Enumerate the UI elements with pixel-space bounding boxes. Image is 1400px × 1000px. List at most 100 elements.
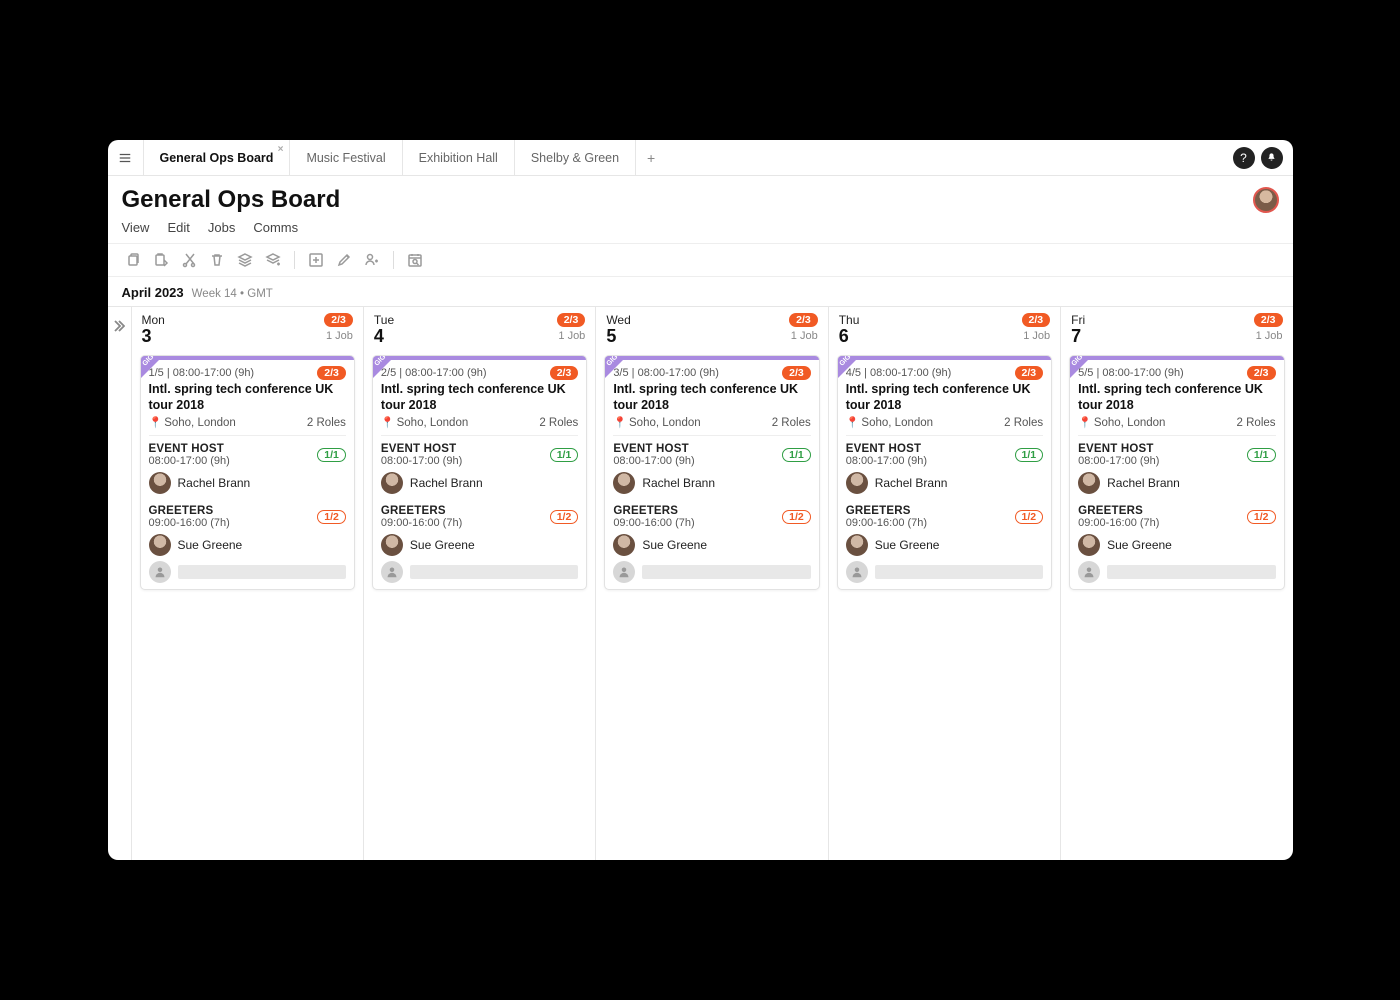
job-fill-badge: 2/3 (782, 366, 811, 380)
role-section: GREETERS09:00-16:00 (7h)1/2Sue Greene (838, 500, 1051, 589)
job-location: 📍Soho, London (381, 416, 468, 429)
menu-view[interactable]: View (122, 220, 150, 235)
empty-slot[interactable] (613, 561, 810, 583)
job-title: Intl. spring tech conference UK tour 201… (1078, 382, 1275, 413)
empty-avatar-icon (613, 561, 635, 583)
role-fill-pill: 1/1 (782, 448, 811, 462)
assign-icon[interactable] (361, 249, 383, 271)
day-number: 3 (142, 327, 165, 345)
tab-exhibition-hall[interactable]: Exhibition Hall (403, 140, 515, 175)
role-section: EVENT HOST08:00-17:00 (9h)1/1Rachel Bran… (373, 438, 586, 500)
person-name: Sue Greene (1107, 538, 1172, 552)
menu-edit[interactable]: Edit (167, 220, 189, 235)
day-name: Tue (374, 313, 394, 327)
menu-jobs[interactable]: Jobs (208, 220, 235, 235)
menu-comms[interactable]: Comms (253, 220, 298, 235)
role-name: GREETERS (1078, 505, 1159, 517)
layers-icon[interactable] (234, 249, 256, 271)
pin-icon: 📍 (1078, 417, 1092, 429)
role-name: EVENT HOST (1078, 443, 1159, 455)
role-name: GREETERS (381, 505, 462, 517)
role-time: 08:00-17:00 (9h) (846, 455, 927, 467)
assigned-person[interactable]: Sue Greene (149, 534, 346, 556)
job-card[interactable]: GIG2/5 | 08:00-17:00 (9h)2/3Intl. spring… (372, 355, 587, 590)
help-icon[interactable]: ? (1233, 147, 1255, 169)
job-count: 1 Job (326, 330, 353, 342)
day-fill-badge: 2/3 (557, 313, 586, 327)
role-section: GREETERS09:00-16:00 (7h)1/2Sue Greene (141, 500, 354, 589)
gig-corner-tag: GIG (141, 356, 163, 378)
person-name: Sue Greene (178, 538, 243, 552)
paste-icon[interactable] (150, 249, 172, 271)
close-tab-icon[interactable]: × (278, 144, 284, 155)
pin-icon: 📍 (846, 417, 860, 429)
assigned-person[interactable]: Rachel Brann (1078, 472, 1275, 494)
job-card[interactable]: GIG4/5 | 08:00-17:00 (9h)2/3Intl. spring… (837, 355, 1052, 590)
assigned-person[interactable]: Sue Greene (381, 534, 578, 556)
role-time: 09:00-16:00 (7h) (846, 517, 927, 529)
add-tab-button[interactable]: + (636, 140, 666, 175)
person-avatar (149, 534, 171, 556)
job-location: 📍Soho, London (613, 416, 700, 429)
layers-add-icon[interactable] (262, 249, 284, 271)
role-fill-pill: 1/2 (1247, 510, 1276, 524)
person-avatar (381, 534, 403, 556)
calendar-search-icon[interactable] (404, 249, 426, 271)
job-card[interactable]: GIG3/5 | 08:00-17:00 (9h)2/3Intl. spring… (604, 355, 819, 590)
empty-slot[interactable] (149, 561, 346, 583)
day-name: Mon (142, 313, 165, 327)
person-name: Sue Greene (875, 538, 940, 552)
tab-general-ops-board[interactable]: General Ops Board× (144, 140, 291, 175)
copy-icon[interactable] (122, 249, 144, 271)
empty-avatar-icon (846, 561, 868, 583)
add-icon[interactable] (305, 249, 327, 271)
roles-count: 2 Roles (539, 417, 578, 429)
person-name: Rachel Brann (875, 476, 948, 490)
page-menu: View Edit Jobs Comms (108, 214, 1293, 243)
job-card[interactable]: GIG1/5 | 08:00-17:00 (9h)2/3Intl. spring… (140, 355, 355, 590)
job-title: Intl. spring tech conference UK tour 201… (846, 382, 1043, 413)
job-fill-badge: 2/3 (550, 366, 579, 380)
assigned-person[interactable]: Rachel Brann (846, 472, 1043, 494)
day-number: 5 (606, 327, 630, 345)
role-time: 08:00-17:00 (9h) (149, 455, 230, 467)
job-time: 5/5 | 08:00-17:00 (9h) (1078, 367, 1184, 379)
role-time: 08:00-17:00 (9h) (1078, 455, 1159, 467)
page-header: General Ops Board (108, 176, 1293, 214)
empty-slot[interactable] (846, 561, 1043, 583)
assigned-person[interactable]: Rachel Brann (381, 472, 578, 494)
role-name: EVENT HOST (381, 443, 462, 455)
empty-avatar-icon (1078, 561, 1100, 583)
assigned-person[interactable]: Sue Greene (846, 534, 1043, 556)
assigned-person[interactable]: Sue Greene (613, 534, 810, 556)
pin-icon: 📍 (613, 417, 627, 429)
tab-shelby-green[interactable]: Shelby & Green (515, 140, 636, 175)
role-fill-pill: 1/2 (317, 510, 346, 524)
role-section: GREETERS09:00-16:00 (7h)1/2Sue Greene (605, 500, 818, 589)
edit-icon[interactable] (333, 249, 355, 271)
job-count: 1 Job (791, 330, 818, 342)
gig-corner-tag: GIG (373, 356, 395, 378)
assigned-person[interactable]: Sue Greene (1078, 534, 1275, 556)
job-time: 2/5 | 08:00-17:00 (9h) (381, 367, 487, 379)
trash-icon[interactable] (206, 249, 228, 271)
role-fill-pill: 1/2 (550, 510, 579, 524)
notifications-icon[interactable] (1261, 147, 1283, 169)
empty-slot[interactable] (1078, 561, 1275, 583)
assigned-person[interactable]: Rachel Brann (149, 472, 346, 494)
cut-icon[interactable] (178, 249, 200, 271)
assigned-person[interactable]: Rachel Brann (613, 472, 810, 494)
day-fill-badge: 2/3 (324, 313, 353, 327)
expand-panel-icon[interactable] (108, 307, 132, 860)
pin-icon: 📍 (149, 417, 163, 429)
day-name: Thu (839, 313, 860, 327)
gig-corner-tag: GIG (1070, 356, 1092, 378)
job-card[interactable]: GIG5/5 | 08:00-17:00 (9h)2/3Intl. spring… (1069, 355, 1284, 590)
page-title: General Ops Board (122, 186, 341, 214)
tab-music-festival[interactable]: Music Festival (290, 140, 402, 175)
empty-avatar-icon (149, 561, 171, 583)
role-fill-pill: 1/1 (550, 448, 579, 462)
empty-slot[interactable] (381, 561, 578, 583)
user-avatar[interactable] (1253, 187, 1279, 213)
menu-icon[interactable] (108, 140, 144, 175)
